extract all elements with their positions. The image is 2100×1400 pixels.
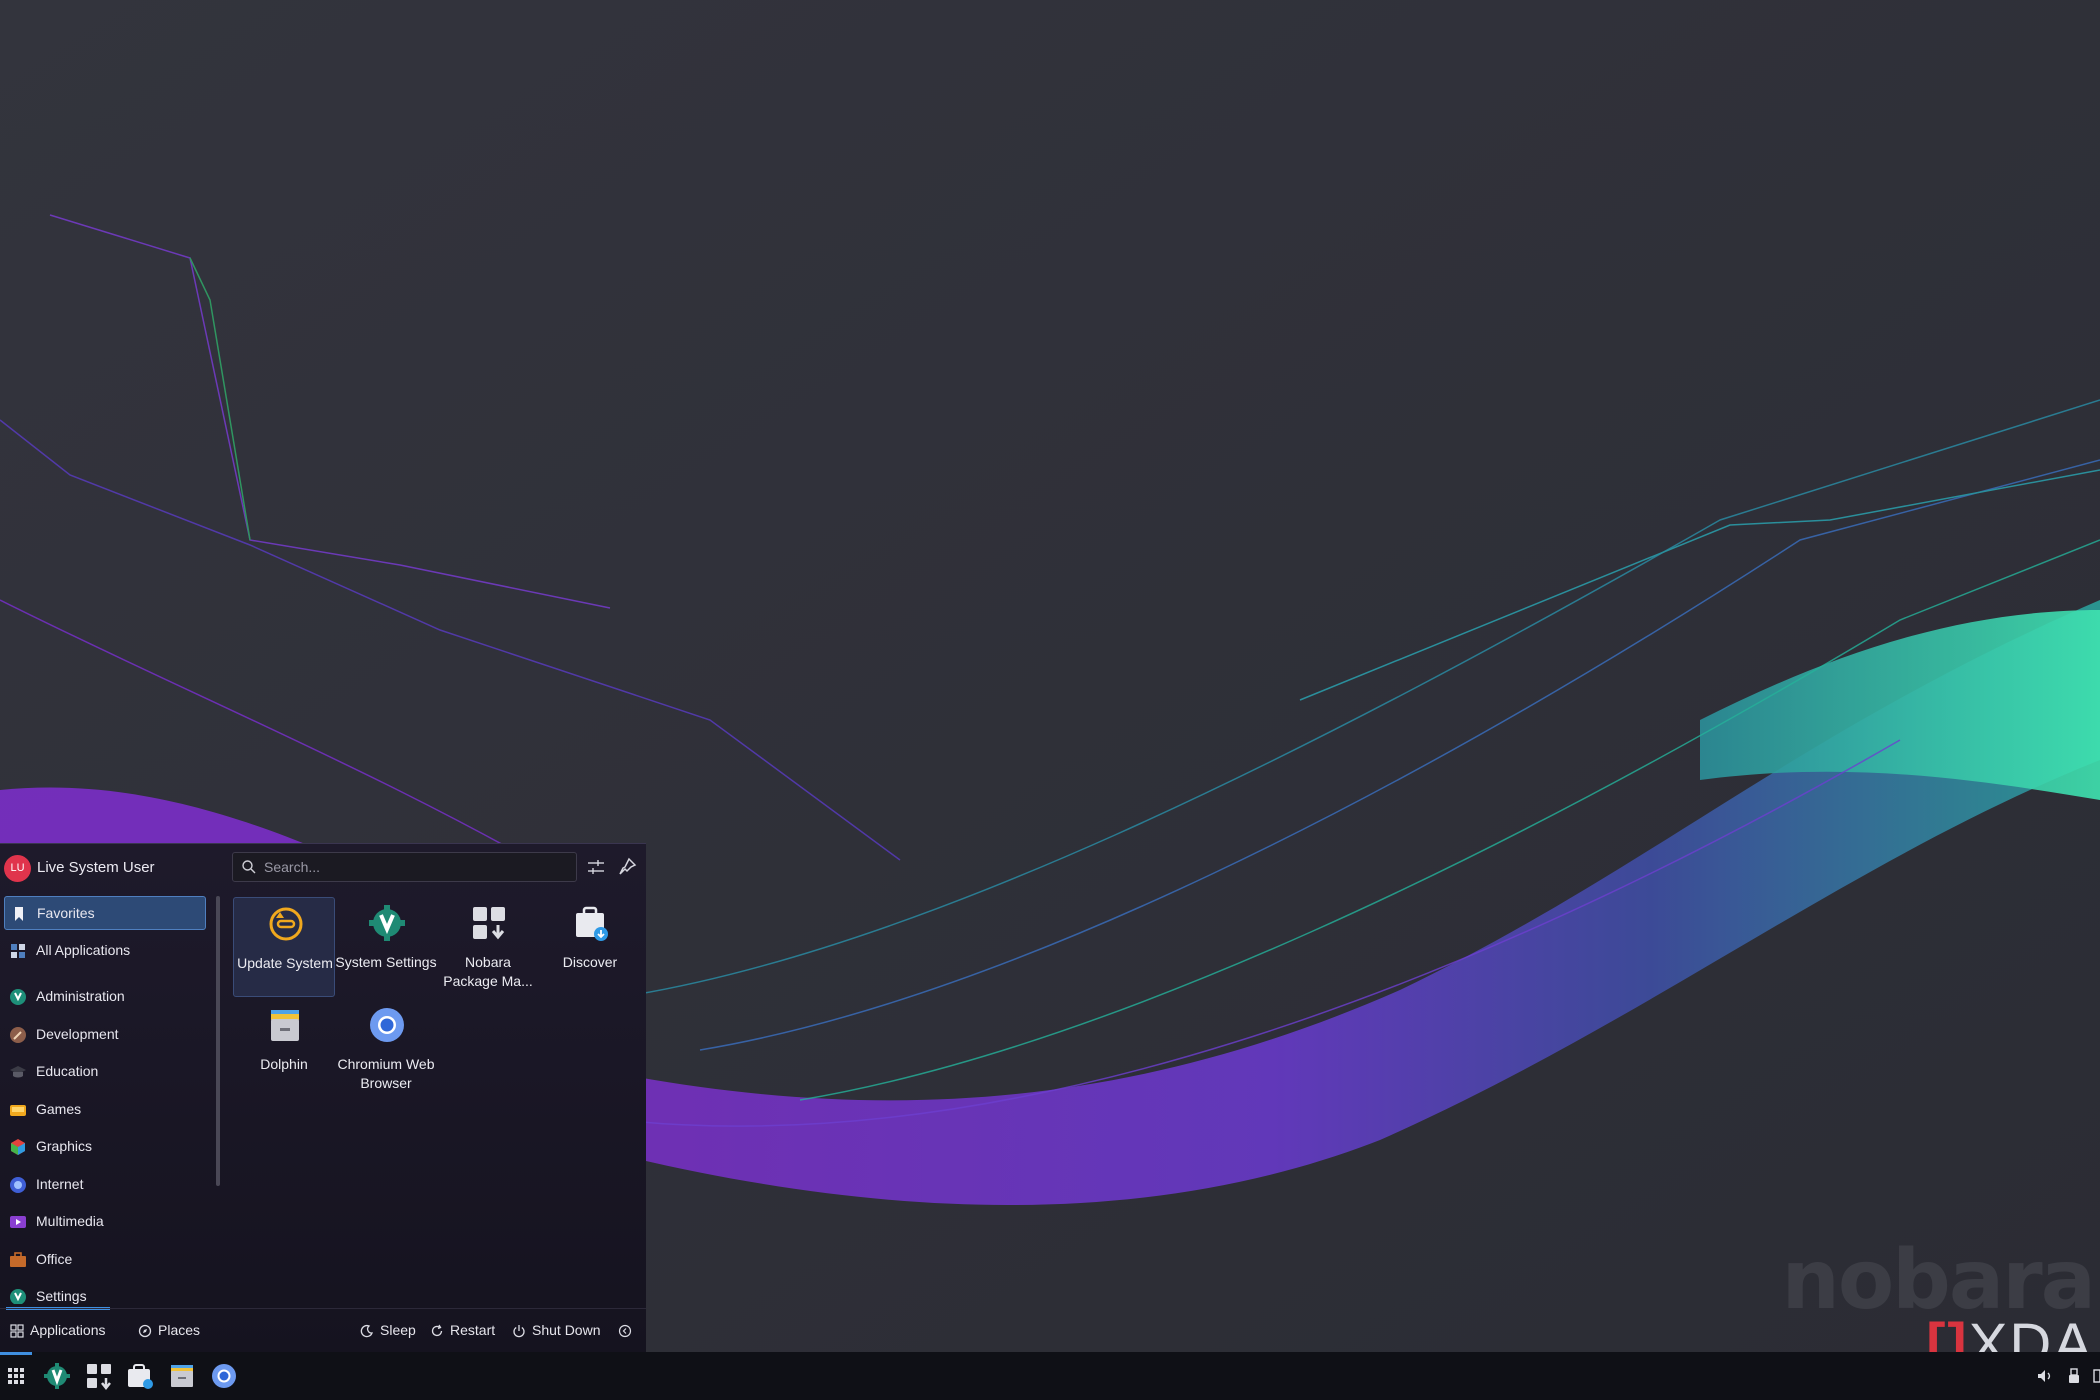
favorites-grid: Update System System Settings Nobara Pac… xyxy=(230,894,640,1304)
restart-label: Restart xyxy=(450,1322,496,1338)
discover-icon xyxy=(576,906,608,941)
category-graphics[interactable]: Graphics xyxy=(4,1130,206,1164)
development-icon xyxy=(10,1027,26,1043)
app-label: Nobara Package Ma... xyxy=(443,954,533,989)
category-label: All Applications xyxy=(36,942,131,958)
discover-taskbar-icon[interactable] xyxy=(124,1360,156,1392)
package-manager-taskbar-icon[interactable] xyxy=(83,1360,115,1392)
nobara-logo: nobara xyxy=(1781,1233,2096,1328)
office-icon xyxy=(10,1252,26,1267)
dolphin-icon xyxy=(271,1010,299,1041)
tab-places[interactable]: Places xyxy=(138,1322,200,1342)
category-label: Education xyxy=(36,1063,99,1079)
package-manager-icon xyxy=(473,907,505,940)
category-all-applications[interactable]: All Applications xyxy=(4,934,206,968)
shutdown-button[interactable]: Shut Down xyxy=(512,1322,600,1342)
application-launcher: LU Live System User Favorites All Applic… xyxy=(0,843,646,1352)
settings-icon xyxy=(10,1289,26,1304)
chevron-left-icon xyxy=(618,1324,632,1338)
sleep-icon xyxy=(360,1324,373,1338)
category-label: Multimedia xyxy=(36,1213,104,1229)
grid-icon xyxy=(11,944,25,958)
user-avatar[interactable]: LU xyxy=(4,855,31,882)
education-icon xyxy=(10,1066,26,1078)
volume-icon[interactable] xyxy=(2035,1366,2055,1386)
sleep-button[interactable]: Sleep xyxy=(360,1322,416,1342)
category-label: Office xyxy=(36,1251,73,1267)
category-label: Development xyxy=(36,1026,119,1042)
applications-grid-icon xyxy=(10,1324,24,1338)
chromium-icon xyxy=(370,1008,404,1042)
multimedia-icon xyxy=(10,1216,26,1228)
taskbar xyxy=(0,1352,2100,1400)
restart-icon xyxy=(431,1324,443,1337)
chromium-taskbar-icon[interactable] xyxy=(208,1360,240,1392)
pin-icon[interactable] xyxy=(615,855,639,879)
app-label: Discover xyxy=(562,954,618,970)
system-settings-taskbar-icon[interactable] xyxy=(41,1360,73,1392)
app-discover[interactable]: Discover xyxy=(539,897,641,997)
graphics-icon xyxy=(11,1139,25,1155)
app-label: Dolphin xyxy=(260,1056,308,1072)
launcher-footer: Applications Places Sleep Restart Shut D… xyxy=(0,1308,646,1354)
tab-applications-label: Applications xyxy=(30,1322,106,1338)
category-development[interactable]: Development xyxy=(4,1018,206,1052)
tab-applications[interactable]: Applications xyxy=(10,1322,106,1342)
app-system-settings[interactable]: System Settings xyxy=(335,897,437,997)
search-input[interactable] xyxy=(264,853,564,881)
bookmark-icon xyxy=(15,907,23,921)
category-label: Settings xyxy=(36,1288,87,1304)
app-label: System Settings xyxy=(335,954,437,970)
category-label: Administration xyxy=(36,988,125,1004)
app-chromium[interactable]: Chromium Web Browser xyxy=(335,999,437,1099)
restart-button[interactable]: Restart xyxy=(430,1322,495,1342)
category-label: Favorites xyxy=(37,905,95,921)
category-multimedia[interactable]: Multimedia xyxy=(4,1205,206,1239)
app-label: Update System xyxy=(237,955,333,971)
sleep-label: Sleep xyxy=(380,1322,416,1338)
category-office[interactable]: Office xyxy=(4,1243,206,1277)
configure-icon[interactable] xyxy=(584,855,608,879)
active-task-indicator xyxy=(0,1352,32,1355)
app-label: Chromium Web Browser xyxy=(337,1056,435,1091)
power-icon xyxy=(513,1325,525,1338)
app-nobara-package-manager[interactable]: Nobara Package Ma... xyxy=(437,897,539,997)
more-options-button[interactable] xyxy=(618,1322,638,1342)
category-internet[interactable]: Internet xyxy=(4,1168,206,1202)
usb-device-icon[interactable] xyxy=(2064,1366,2084,1386)
category-sidebar: Favorites All Applications Administratio… xyxy=(0,894,210,1304)
sidebar-scrollbar[interactable] xyxy=(216,896,220,1186)
app-update-system[interactable]: Update System xyxy=(233,897,335,997)
category-favorites[interactable]: Favorites xyxy=(4,896,206,930)
search-box[interactable] xyxy=(232,852,577,882)
system-settings-icon xyxy=(369,905,405,941)
launcher-header: LU Live System User xyxy=(0,844,646,890)
games-icon xyxy=(10,1105,26,1116)
category-administration[interactable]: Administration xyxy=(4,980,206,1014)
category-settings[interactable]: Settings xyxy=(4,1280,206,1304)
compass-icon xyxy=(138,1324,152,1338)
update-system-icon xyxy=(269,907,303,941)
category-label: Graphics xyxy=(36,1138,93,1154)
app-dolphin[interactable]: Dolphin xyxy=(233,999,335,1099)
category-education[interactable]: Education xyxy=(4,1055,206,1089)
tab-places-label: Places xyxy=(158,1322,201,1338)
category-label: Games xyxy=(36,1101,82,1117)
internet-icon xyxy=(10,1177,26,1193)
app-launcher-icon[interactable] xyxy=(0,1360,32,1392)
category-label: Internet xyxy=(36,1176,84,1192)
dolphin-taskbar-icon[interactable] xyxy=(166,1360,198,1392)
shutdown-label: Shut Down xyxy=(532,1322,601,1338)
administration-icon xyxy=(10,989,26,1005)
category-games[interactable]: Games xyxy=(4,1093,206,1127)
user-name: Live System User xyxy=(37,859,155,876)
show-desktop-icon[interactable] xyxy=(2092,1366,2100,1386)
search-icon xyxy=(242,860,256,874)
